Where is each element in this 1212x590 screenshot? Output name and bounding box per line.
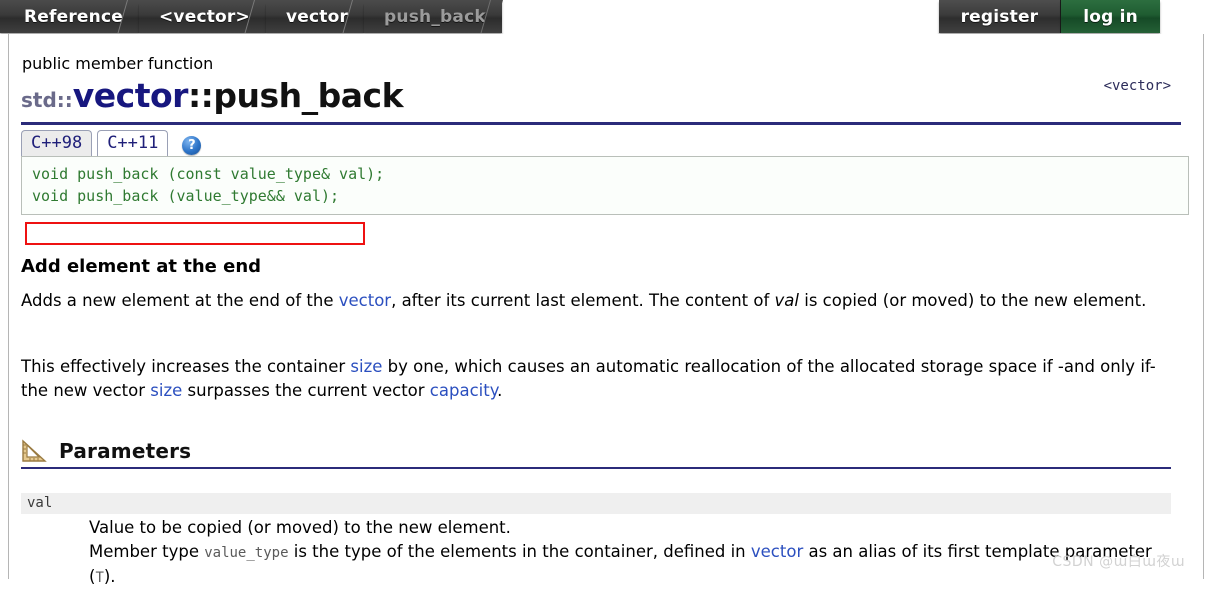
tab-cpp11[interactable]: C++11 [97, 129, 169, 157]
breadcrumb-item-push-back[interactable]: push_back [364, 0, 502, 33]
login-button[interactable]: log in [1061, 0, 1160, 33]
title-namespace: std:: [21, 88, 73, 112]
breadcrumb-label: vector [285, 6, 349, 27]
parameter-name-row: val [21, 493, 1171, 514]
watermark: CSDN @ɯ白ɯ夜ɯ [1052, 554, 1185, 570]
page-left-border [0, 34, 9, 579]
parameters-section-title: Parameters [59, 439, 192, 463]
text-fragment: , after its current last element. The co… [391, 291, 775, 310]
link-size[interactable]: size [150, 381, 182, 400]
page-title: std::vector::push_back [21, 76, 404, 115]
link-vector[interactable]: vector [339, 291, 391, 310]
breadcrumb-item-reference[interactable]: Reference [0, 0, 139, 33]
prototype-line: void push_back (value_type&& val); [32, 187, 340, 205]
tab-label: C++98 [31, 132, 83, 153]
title-class: vector [72, 76, 189, 115]
text-fragment: This effectively increases the container [21, 357, 351, 376]
tab-label: C++11 [107, 132, 159, 153]
description-heading: Add element at the end [21, 256, 262, 277]
page-root: Reference <vector> vector push_back regi… [0, 0, 1212, 586]
text-fragment: Adds a new element at the end of the [21, 291, 339, 310]
breadcrumb-item-vector-header[interactable]: <vector> [138, 0, 266, 33]
tab-cpp98[interactable]: C++98 [21, 129, 93, 157]
register-button[interactable]: register [938, 0, 1062, 33]
link-vector[interactable]: vector [751, 542, 803, 561]
login-label: log in [1083, 6, 1138, 27]
top-navigation-bar: Reference <vector> vector push_back regi… [0, 0, 1212, 34]
breadcrumb-label: push_back [384, 6, 486, 27]
triangle-ruler-icon [22, 439, 47, 462]
register-label: register [960, 6, 1039, 27]
code-value-type: value_type [204, 545, 289, 561]
title-divider [21, 122, 1181, 125]
text-fragment: Member type [89, 542, 205, 561]
auth-buttons: register log in [938, 0, 1160, 33]
text-fragment: . [497, 381, 503, 400]
breadcrumb-label: <vector> [158, 6, 250, 27]
description-paragraph-2: This effectively increases the container… [21, 355, 1171, 403]
parameter-name: val [27, 495, 53, 511]
help-glyph: ? [188, 138, 196, 153]
content-area: public member function <vector> std::vec… [9, 34, 1203, 586]
parameters-section-header: Parameters [21, 439, 1171, 469]
function-prototype-block: void push_back (const value_type& val); … [21, 156, 1189, 215]
function-kind-label: public member function [22, 54, 214, 73]
text-fragment: ). [103, 567, 116, 586]
standard-version-tabs: C++98 C++11 ? [21, 129, 202, 157]
emphasis-val: val [774, 291, 800, 310]
annotation-highlight-rectangle [25, 222, 365, 245]
parameters-section: Parameters [21, 439, 1171, 469]
link-size[interactable]: size [350, 357, 382, 376]
help-icon[interactable]: ? [182, 136, 202, 155]
text-fragment: surpasses the current vector [182, 381, 430, 400]
text-fragment: is copied (or moved) to the new element. [799, 291, 1147, 310]
breadcrumb-item-vector[interactable]: vector [265, 0, 365, 33]
breadcrumb: Reference <vector> vector push_back [0, 0, 502, 33]
code-template-param-t: T [95, 570, 104, 586]
breadcrumb-label: Reference [24, 6, 123, 27]
title-member: ::push_back [187, 76, 404, 115]
description-paragraph-1: Adds a new element at the end of the vec… [21, 289, 1171, 313]
page-right-border [1203, 34, 1212, 579]
prototype-line: void push_back (const value_type& val); [32, 165, 385, 183]
text-fragment: is the type of the elements in the conta… [288, 542, 751, 561]
header-include-label: <vector> [1103, 78, 1171, 94]
param-desc-line-1: Value to be copied (or moved) to the new… [89, 518, 511, 537]
link-capacity[interactable]: capacity [430, 381, 497, 400]
